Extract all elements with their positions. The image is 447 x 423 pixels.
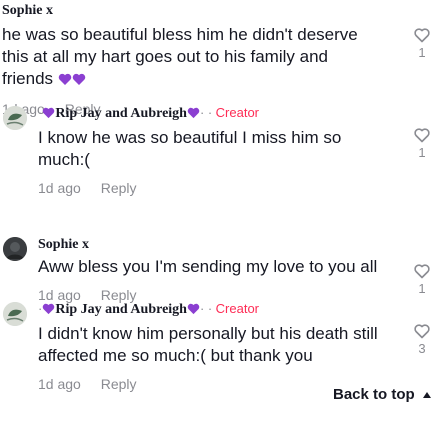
comment-3: Sophie x Aww bless you I'm sending my lo… (38, 236, 378, 304)
purple-heart-icon (58, 70, 72, 92)
like-count: 1 (418, 45, 426, 60)
creator-badge: Creator (215, 105, 260, 120)
comment-text: I know he was so beautiful I miss him so… (38, 128, 342, 169)
creator-badge: Creator (215, 301, 260, 316)
heart-outline-icon (414, 324, 430, 339)
comment-time: 1d ago (38, 180, 81, 196)
avatar[interactable] (3, 106, 27, 130)
comment-4: · Rip Jay and Aubreigh · · Creator I didn'… (38, 300, 378, 393)
like-button[interactable]: 1 (410, 264, 434, 297)
like-count: 1 (418, 145, 426, 160)
comment-author[interactable]: Sophie x (2, 2, 382, 20)
heart-outline-icon (414, 264, 430, 279)
comment-text: he was so beautiful bless him he didn't … (2, 24, 382, 92)
comment-meta: 1d ago Reply (38, 375, 378, 393)
purple-heart-icon (42, 107, 55, 125)
comment-author[interactable]: Sophie x (38, 236, 378, 254)
like-count: 3 (418, 341, 426, 356)
purple-heart-icon (187, 107, 200, 125)
avatar[interactable] (3, 302, 27, 326)
heart-outline-icon (414, 128, 430, 143)
like-count: 1 (418, 281, 426, 296)
comment-time: 1d ago (38, 376, 81, 392)
heart-outline-icon (414, 28, 430, 43)
comment-author[interactable]: · Rip Jay and Aubreigh · · Creator (38, 104, 378, 125)
reply-button[interactable]: Reply (101, 179, 137, 197)
reply-button[interactable]: Reply (101, 375, 137, 393)
back-to-top-button[interactable]: Back to top (333, 385, 431, 403)
purple-heart-icon (42, 303, 55, 321)
comment-1: Sophie x he was so beautiful bless him h… (2, 2, 382, 118)
like-button[interactable]: 1 (410, 28, 434, 61)
avatar[interactable] (3, 237, 27, 261)
purple-heart-icon (72, 70, 86, 92)
comment-text: Aww bless you I'm sending my love to you… (38, 257, 378, 276)
like-button[interactable]: 1 (410, 128, 434, 161)
caret-up-icon (422, 385, 431, 402)
comment-2: · Rip Jay and Aubreigh · · Creator I know … (38, 104, 378, 197)
back-to-top-label: Back to top (333, 386, 415, 403)
like-button[interactable]: 3 (410, 324, 434, 357)
comment-author[interactable]: · Rip Jay and Aubreigh · · Creator (38, 300, 378, 321)
purple-heart-icon (187, 303, 200, 321)
comment-meta: 1d ago Reply (38, 179, 378, 197)
comment-text: I didn't know him personally but his dea… (38, 324, 378, 365)
